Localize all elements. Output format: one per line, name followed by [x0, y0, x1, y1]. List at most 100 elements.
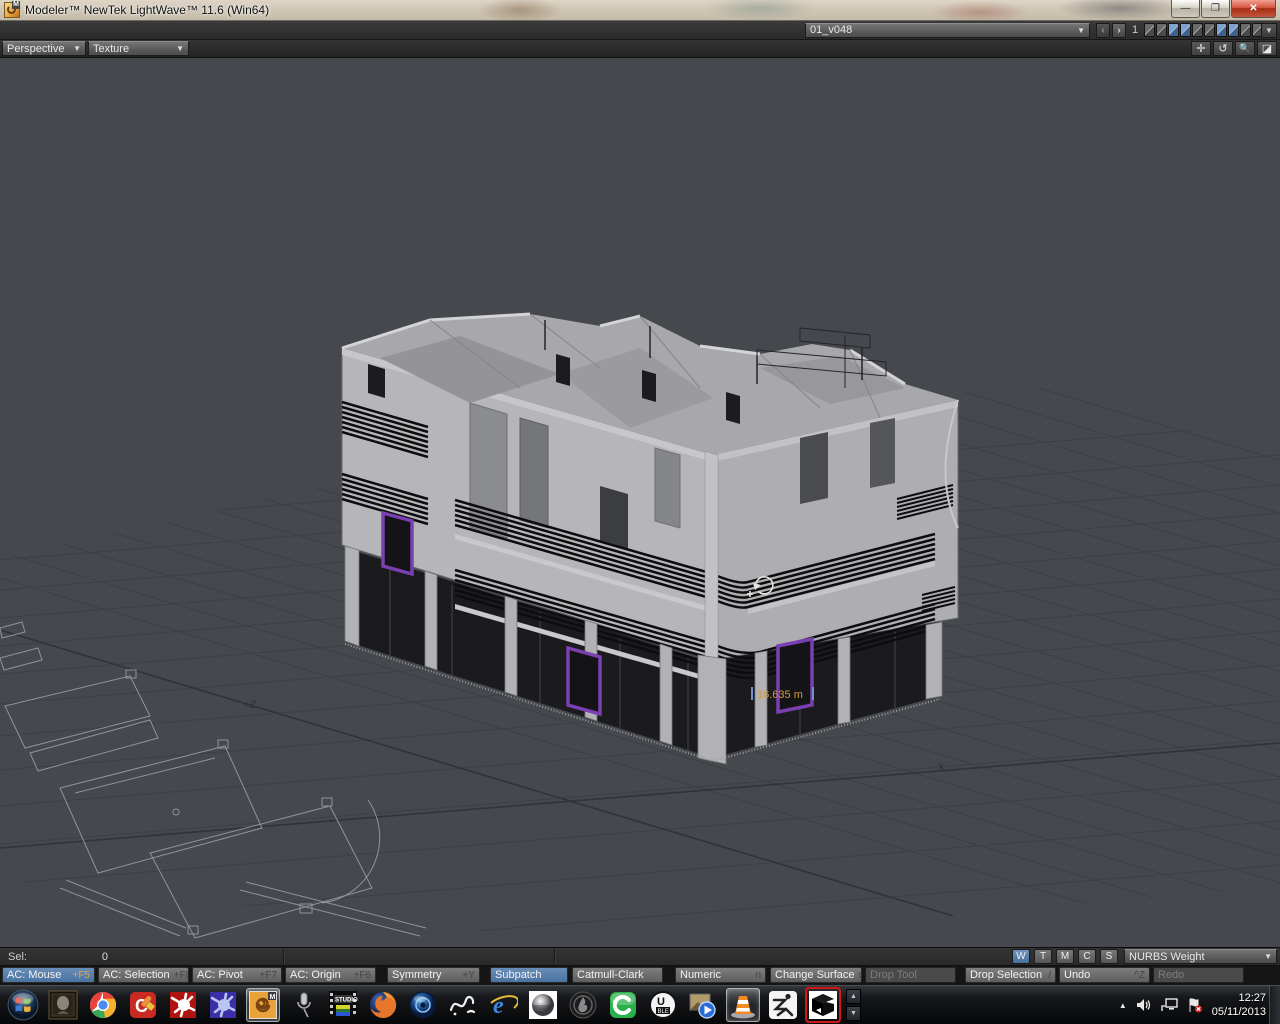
taskbar-start-button[interactable] — [6, 988, 40, 1022]
taskbar-bitcomet-icon[interactable] — [606, 988, 640, 1022]
svg-text:M: M — [270, 994, 276, 1001]
taskbar-vlc-icon[interactable] — [726, 988, 760, 1022]
status-bar: Sel: 0 WTMCS NURBS Weight ▼ — [0, 947, 1280, 966]
svg-text:16.635 m: 16.635 m — [757, 689, 803, 701]
chevron-down-icon: ▼ — [1258, 952, 1272, 961]
action-catmull-clark[interactable]: Catmull-Clark — [572, 967, 663, 983]
floorplan-wireframe — [0, 622, 426, 938]
taskbar-powerdvd-icon[interactable] — [406, 988, 440, 1022]
vmap-selector[interactable]: NURBS Weight ▼ — [1124, 949, 1277, 964]
taskbar-studio-icon[interactable]: STUDIO — [326, 988, 360, 1022]
render-mode-dropdown[interactable]: Texture▼ — [88, 41, 189, 56]
taskbar-uble-icon[interactable]: UBLE — [646, 988, 680, 1022]
taskbar-game-portrait-icon[interactable] — [46, 988, 80, 1022]
layer-button-9[interactable] — [1240, 23, 1251, 37]
axis-x-label: x — [938, 759, 944, 773]
layer-button-6[interactable] — [1204, 23, 1215, 37]
rotate-viewport-button[interactable]: ↺ — [1213, 41, 1233, 56]
minimize-button[interactable]: — — [1171, 0, 1200, 18]
clock-date: 05/11/2013 — [1212, 1005, 1266, 1019]
window-title: Modeler™ NewTek LightWave™ 11.6 (Win64) — [25, 3, 269, 17]
chevron-down-icon: ▼ — [1071, 26, 1085, 35]
scroll-up-icon: ▲ — [846, 989, 861, 1004]
viewport-bar: Perspective▼ Texture▼ ✛↺🔍◪ — [0, 40, 1280, 58]
layer-bank — [1144, 23, 1263, 37]
taskbar-flame-ring-icon[interactable] — [566, 988, 600, 1022]
action-drop-selection[interactable]: Drop Selection/ — [965, 967, 1056, 983]
app-icon[interactable]: M — [4, 2, 20, 18]
taskbar-firefox-icon[interactable] — [366, 988, 400, 1022]
taskbar-internet-explorer-icon[interactable]: e — [486, 988, 520, 1022]
chevron-down-icon: ▼ — [170, 44, 184, 53]
show-desktop-button[interactable] — [1269, 986, 1280, 1024]
taskbar: CMSTUDIOeUBLE ▲▼ ▲ 12:27 05/11/2013 — [0, 985, 1280, 1024]
taskbar-clock[interactable]: 12:27 05/11/2013 — [1212, 991, 1266, 1019]
action-symmetry[interactable]: Symmetry+Y — [387, 967, 480, 983]
taskbar-ccleaner-icon[interactable]: C — [126, 988, 160, 1022]
object-bar: 01_v048 ▼ ‹ › 1 ▼ — [0, 21, 1280, 40]
expand-viewport-button[interactable]: ◪ — [1257, 41, 1277, 56]
layer-button-2[interactable] — [1156, 23, 1167, 37]
object-selector-value: 01_v048 — [810, 24, 852, 36]
layer-button-5[interactable] — [1192, 23, 1203, 37]
maximize-button[interactable]: ❐ — [1201, 0, 1230, 18]
scroll-down-icon: ▼ — [846, 1006, 861, 1021]
svg-text:BLE: BLE — [658, 1009, 669, 1015]
view-mode-dropdown[interactable]: Perspective▼ — [2, 41, 86, 56]
layer-button-8[interactable] — [1228, 23, 1239, 37]
action-numeric[interactable]: Numericn — [675, 967, 766, 983]
layer-button-1[interactable] — [1144, 23, 1155, 37]
action-drop-tool: Drop Tool — [865, 967, 956, 983]
prev-bank-button[interactable]: ‹ — [1096, 23, 1110, 38]
vmap-mode-t[interactable]: T — [1034, 949, 1052, 964]
divider — [283, 949, 284, 964]
vmap-mode-w[interactable]: W — [1012, 949, 1030, 964]
taskbar-chrome-icon[interactable] — [86, 988, 120, 1022]
chevron-down-icon: ▼ — [67, 44, 81, 53]
layer-button-4[interactable] — [1180, 23, 1191, 37]
taskbar-material-sphere-icon[interactable] — [526, 988, 560, 1022]
vmap-mode-c[interactable]: C — [1078, 949, 1096, 964]
viewport-tools: ✛↺🔍◪ — [1191, 41, 1277, 56]
action-undo[interactable]: Undo^Z — [1059, 967, 1150, 983]
vmap-mode-buttons: WTMCS — [1012, 949, 1118, 964]
action-toolbar: AC: Mouse+F5AC: Selection+F8AC: Pivot+F7… — [0, 966, 1280, 985]
taskbar-lightwave-blue-icon[interactable] — [206, 988, 240, 1022]
close-button[interactable]: ✕ — [1231, 0, 1276, 18]
next-bank-button[interactable]: › — [1112, 23, 1126, 38]
zoom-viewport-button[interactable]: 🔍 — [1235, 41, 1255, 56]
svg-text:U: U — [657, 996, 665, 1008]
show-hidden-icons-button[interactable]: ▲ — [1119, 1001, 1127, 1010]
pan-viewport-button[interactable]: ✛ — [1191, 41, 1211, 56]
action-ac-origin[interactable]: AC: Origin+F6 — [285, 967, 376, 983]
action-center-flag-icon[interactable] — [1187, 998, 1203, 1013]
action-ac-pivot[interactable]: AC: Pivot+F7 — [192, 967, 282, 983]
taskbar-microphone-icon[interactable] — [286, 988, 320, 1022]
network-icon[interactable] — [1161, 998, 1178, 1012]
layer-button-3[interactable] — [1168, 23, 1179, 37]
taskbar-zbrush-icon[interactable] — [766, 988, 800, 1022]
layer-dropdown-button[interactable]: ▼ — [1261, 23, 1277, 38]
speaker-icon[interactable] — [1136, 998, 1152, 1012]
object-selector[interactable]: 01_v048 ▼ — [805, 23, 1090, 38]
viewport-canvas[interactable]: +Z x — [0, 58, 1280, 947]
taskbar-lightwave-modeler-icon[interactable]: M — [246, 988, 280, 1022]
selection-label: Sel: — [8, 951, 27, 963]
taskbar-overflow-scroller[interactable]: ▲▼ — [846, 989, 861, 1021]
action-ac-selection[interactable]: AC: Selection+F8 — [98, 967, 189, 983]
action-change-surface[interactable]: Change Surfaceq — [770, 967, 862, 983]
action-subpatch[interactable]: Subpatch — [490, 967, 568, 983]
taskbar-lightwave-layout-icon[interactable] — [166, 988, 200, 1022]
vmap-mode-m[interactable]: M — [1056, 949, 1074, 964]
layer-button-7[interactable] — [1216, 23, 1227, 37]
svg-text:STUDIO: STUDIO — [335, 998, 358, 1004]
action-ac-mouse[interactable]: AC: Mouse+F5 — [2, 967, 95, 983]
taskbar-media-preview-icon[interactable] — [686, 988, 720, 1022]
title-bar[interactable]: M Modeler™ NewTek LightWave™ 11.6 (Win64… — [0, 0, 1280, 21]
taskbar-signature-swirl-icon[interactable] — [446, 988, 480, 1022]
building-model — [342, 314, 958, 764]
action-redo: Redo — [1153, 967, 1244, 983]
taskbar-cube-app-icon[interactable] — [806, 988, 840, 1022]
vmap-mode-s[interactable]: S — [1100, 949, 1118, 964]
selection-count: 0 — [70, 951, 108, 963]
